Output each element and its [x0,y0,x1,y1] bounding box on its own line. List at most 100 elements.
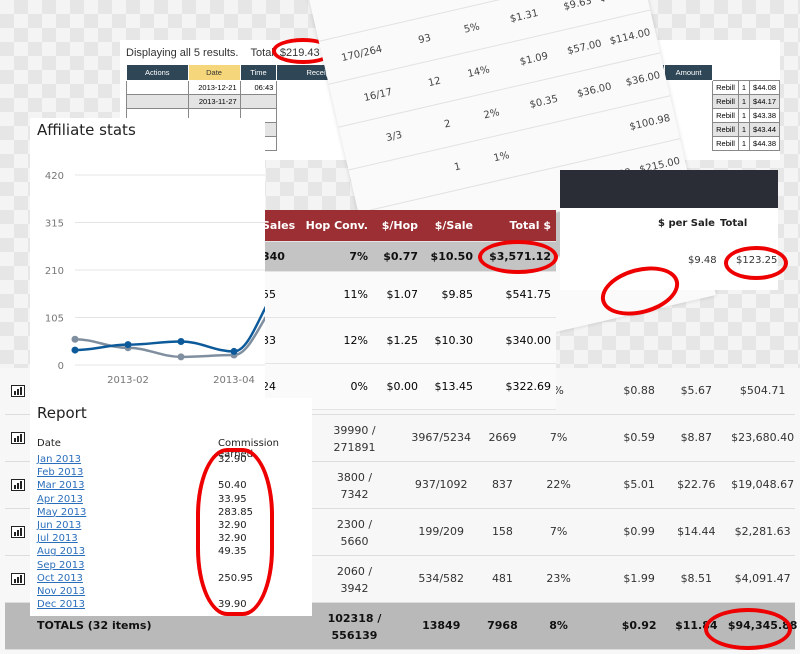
table-cell: $541.75 [505,288,552,301]
table-cell: 1 [737,94,751,109]
table-cell: Rebill [712,122,739,137]
annotation-circle [478,240,558,274]
table-cell: 06:43 [239,80,278,95]
col-total[interactable]: Total [720,218,747,229]
report-month-link[interactable]: Jan 2013 [37,454,81,465]
annotation-circle [724,246,788,280]
table-cell: $10.30 [434,334,474,347]
results-count: Displaying all 5 results. [126,47,239,59]
data-point[interactable] [230,347,238,355]
per-sale-value: $9.48 [688,255,717,266]
table-cell [126,94,189,109]
table-cell [239,94,278,109]
report-month-link[interactable]: Mar 2013 [37,480,85,491]
cell-hops: 2300 / 5660 [336,518,373,548]
table-cell: 11% [343,288,368,301]
sheet-cell: $115.50 [581,0,642,9]
col-header[interactable]: Date [187,64,241,81]
report-month-link[interactable]: Dec 2013 [37,599,85,610]
x-tick-label: 2013-02 [107,375,149,386]
sheet-cell: 1% [492,150,511,165]
report-month-link[interactable]: Sep 2013 [37,560,84,571]
data-point[interactable] [177,353,185,361]
data-point[interactable] [177,337,185,345]
report-title: Report [37,404,87,422]
sheet-cell [313,1,371,14]
bar-chart-icon[interactable] [11,479,25,491]
table-cell[interactable]: $/Sale [418,219,473,232]
annotation-circle [704,608,792,650]
report-month-link[interactable]: Jun 2013 [37,520,81,531]
data-point[interactable] [71,335,79,343]
table-cell: 12% [343,334,368,347]
table-cell: $9.85 [441,288,474,301]
affiliate-stats-panel: Affiliate stats 0 105 210 315 420 2013-02 2013… [30,118,265,410]
totals-label: TOTALS (32 items) [37,619,152,632]
sheet-cell: 2% [482,107,501,122]
y-tick-label: 315 [45,219,64,230]
cell-total: $23,680.40 [731,431,795,444]
report-month-link[interactable]: Feb 2013 [37,467,83,478]
report-month-link[interactable]: Oct 2013 [37,573,83,584]
report-month-link[interactable]: Jul 2013 [37,533,78,544]
table-cell [126,80,189,95]
table-cell: $1.25 [386,334,419,347]
cell-hops: 39990 / 271891 [333,424,376,454]
sheet-cell: $114.00 [608,27,652,48]
table-cell: $43.44 [749,122,780,137]
bar-chart-icon[interactable] [11,432,25,444]
table-cell: $0.77 [383,250,418,263]
sheet-cell: 5% [462,21,481,36]
sheet-cell: 14% [466,64,491,81]
x-tick-label: 2013-04 [213,375,255,386]
col-header[interactable]: Time [239,64,278,81]
table-cell: Rebill [712,94,739,109]
table-cell: 7% [349,250,368,263]
report-month-link[interactable]: Nov 2013 [37,586,85,597]
bar-chart-icon[interactable] [11,573,25,585]
sheet-cell: $0.35 [528,93,560,111]
y-tick-label: 420 [45,171,64,182]
cell-hops: 3800 / 7342 [336,471,373,501]
table-cell: $44.17 [749,94,780,109]
table-cell[interactable]: Total $ [473,219,551,232]
col-header[interactable]: Amount [664,64,714,81]
table-cell: $44.38 [749,136,780,151]
cell-hops: 102318 / 556139 [327,612,382,642]
table-cell: $10.50 [430,250,473,263]
y-tick-label: 105 [45,314,64,325]
data-point[interactable] [71,346,79,354]
cell-total: $2,281.63 [734,525,791,538]
sheet-cell [460,193,518,206]
report-month-link[interactable]: Apr 2013 [37,494,83,505]
cell-total: $19,048.67 [731,478,795,491]
sheet-cell: $1.09 [518,50,550,68]
table-row: 55 11% $1.07 $9.85 $541.75 [258,272,556,318]
table-cell: 1 [737,136,751,151]
bar-chart-icon[interactable] [11,385,25,397]
bar-chart-icon[interactable] [11,526,25,538]
annotation-circle [196,448,274,616]
sheet-cell [508,137,566,150]
table-cell: 2013-11-27 [187,94,241,109]
table-cell: $44.08 [749,80,780,95]
report-month-link[interactable]: May 2013 [37,507,86,518]
report-month-link[interactable]: Aug 2013 [37,546,85,557]
sheet-cell: $100.98 [628,112,672,133]
affiliate-line-chart: 0 105 210 315 420 2013-02 2013-04 [45,171,265,386]
data-point[interactable] [124,341,132,349]
table-cell[interactable]: $/Hop [368,219,418,232]
table-cell: $13.45 [434,380,474,393]
sheet-cell: $36.00 [624,70,662,89]
table-cell[interactable]: Hop Conv. [296,219,368,232]
col-header[interactable]: Actions [126,64,189,81]
col-date: Date [37,438,61,449]
cell-hops: 2060 / 3942 [336,565,373,595]
table-row: 33 12% $1.25 $10.30 $340.00 [258,318,556,364]
table-cell: 1 [737,80,751,95]
col-per-sale[interactable]: $ per Sale [658,218,715,229]
table-cell: 0% [350,380,368,393]
table-cell: Rebill [712,108,739,123]
panel-header-bar [560,170,778,208]
y-tick-label: 210 [45,266,64,277]
